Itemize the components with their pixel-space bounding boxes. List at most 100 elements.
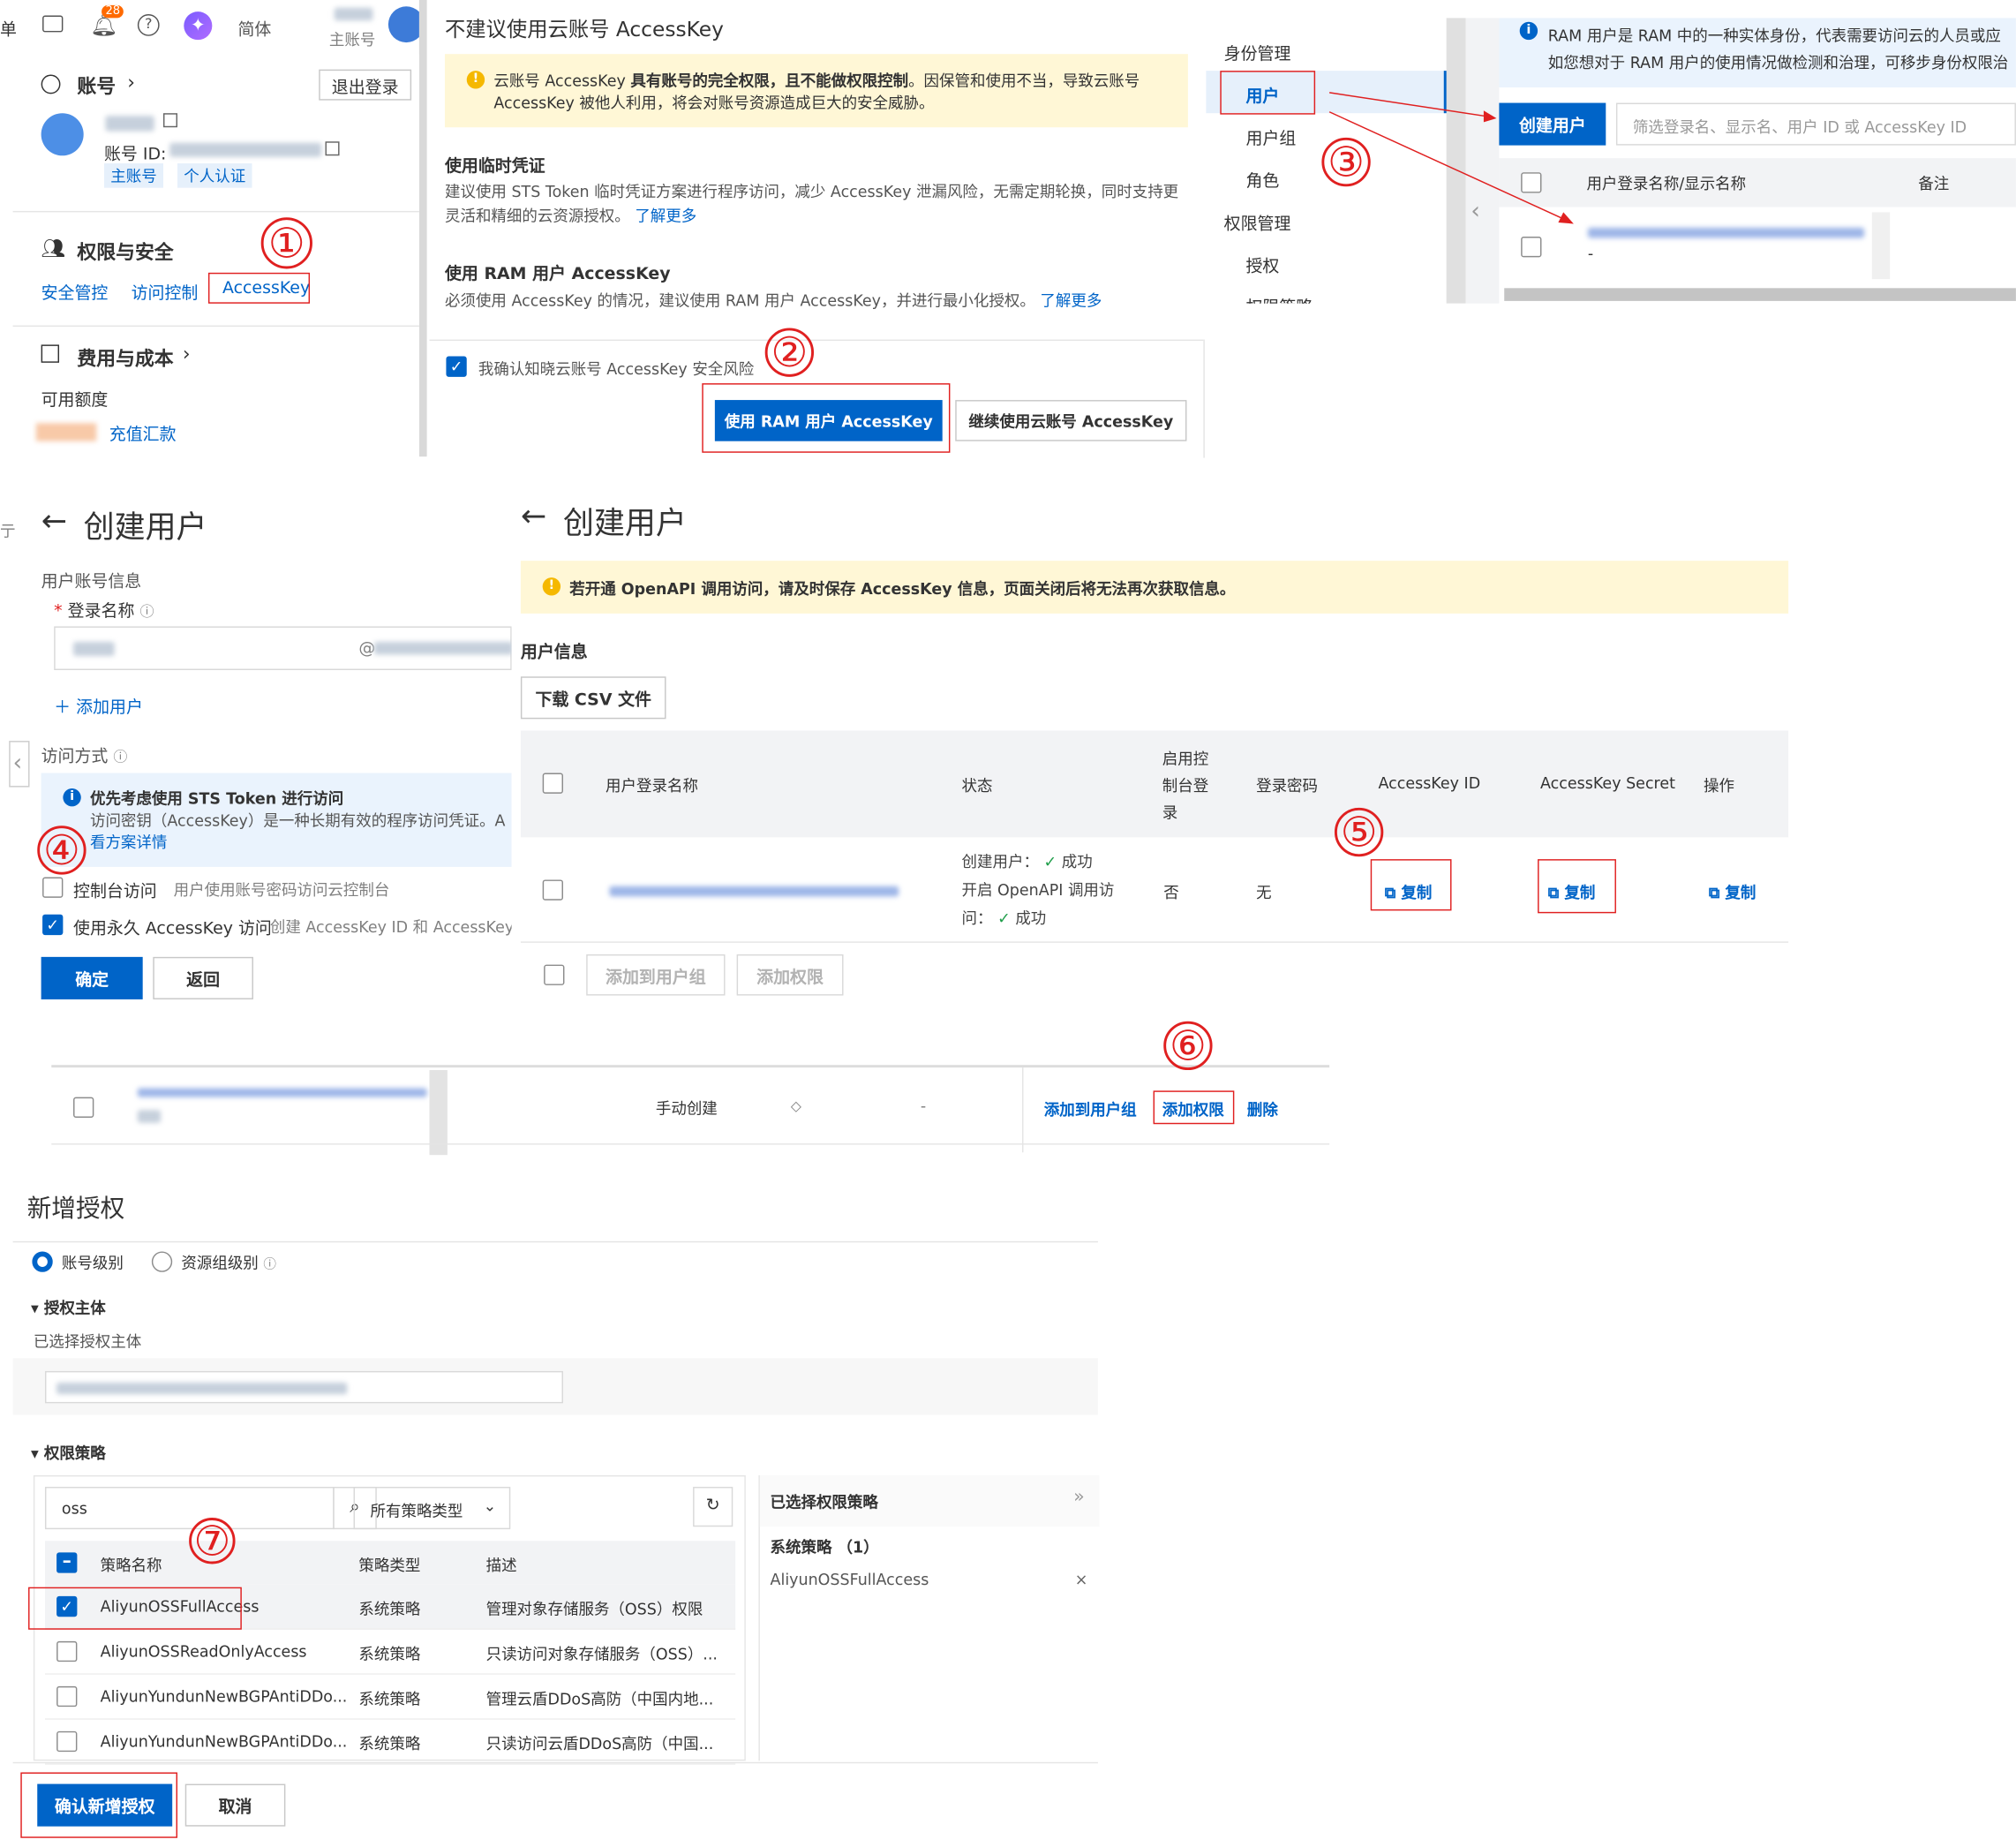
select-all-checkbox[interactable]: – [56, 1552, 78, 1573]
add-user-link[interactable]: ＋ 添加用户 [54, 693, 143, 718]
policy-section[interactable]: ▾ 权限策略 [31, 1442, 106, 1464]
login-name-input[interactable]: @ [54, 626, 512, 670]
back-arrow-icon[interactable]: ← [41, 503, 67, 539]
row-checkbox[interactable] [542, 879, 563, 901]
sts-tip-desc: 访问密钥（AccessKey）是一种长期有效的程序访问凭证。A [89, 811, 506, 830]
back-button[interactable]: 返回 [153, 956, 253, 999]
vertical-scrollbar[interactable] [1871, 212, 1891, 280]
confirm-risk-checkbox[interactable]: ✓ [446, 356, 467, 377]
logout-button[interactable]: 退出登录 [319, 69, 412, 101]
access-control-link[interactable]: 访问控制 [132, 279, 199, 304]
policy-name: AliyunYundunNewBGPAntiDDo... [100, 1732, 348, 1751]
add-permission-button[interactable]: 添加权限 [736, 954, 844, 996]
nav-item-groups[interactable]: 用户组 [1245, 124, 1296, 149]
nav-item-roles[interactable]: 角色 [1245, 167, 1279, 192]
grant-title: 新增授权 [26, 1195, 125, 1224]
policy-row[interactable]: AliyunYundunNewBGPAntiDDo... 系统策略 管理云盾DDoS… [44, 1675, 736, 1720]
console-access-checkbox[interactable] [42, 877, 64, 898]
remove-icon[interactable]: × [1075, 1571, 1088, 1588]
policy-checkbox[interactable] [56, 1685, 78, 1708]
password-value: 无 [1256, 883, 1272, 902]
blurred-user-link[interactable] [1587, 227, 1865, 238]
help-icon[interactable]: ? [137, 14, 160, 36]
sts-tip-link[interactable]: 看方案详情 [90, 831, 167, 853]
continue-cloud-accesskey-button[interactable]: 继续使用云账号 AccessKey [955, 400, 1187, 441]
highlight-oss-full-access [28, 1587, 242, 1630]
scope-account-radio[interactable] [32, 1251, 53, 1272]
policy-search-input[interactable]: oss [44, 1487, 335, 1530]
col-accesskey-id: AccessKey ID [1378, 773, 1481, 793]
add-to-group-link[interactable]: 添加到用户组 [1044, 1098, 1137, 1120]
blurred-credit-amount [35, 423, 97, 441]
ai-assistant-icon[interactable]: ✦ [184, 11, 213, 41]
add-to-group-button[interactable]: 添加到用户组 [586, 954, 726, 996]
permanent-ak-checkbox[interactable]: ✓ [42, 914, 64, 936]
policy-checkbox[interactable] [56, 1730, 78, 1753]
note-dash: - [920, 1097, 927, 1116]
learn-more-link[interactable]: 了解更多 [635, 207, 696, 225]
question-icon[interactable]: ⓘ [139, 603, 154, 620]
account-type-label: 主账号 [328, 30, 376, 49]
copy-all-link[interactable]: ⧉ 复制 [1709, 881, 1756, 903]
horizontal-scrollbar[interactable] [1504, 288, 2016, 301]
highlight-users-nav [1220, 71, 1316, 115]
nav-item-policies[interactable]: 权限策略 [1245, 293, 1313, 304]
question-icon[interactable]: ⓘ [113, 749, 127, 765]
check-icon: ✓ [997, 908, 1011, 928]
cancel-grant-button[interactable]: 取消 [184, 1783, 286, 1827]
selected-principal-label: 已选择授权主体 [33, 1332, 142, 1351]
question-icon[interactable]: ⓘ [263, 1258, 276, 1272]
col-policy-desc: 描述 [485, 1556, 517, 1575]
form-title: 创建用户 [83, 509, 207, 546]
double-chevron-icon[interactable]: » [1073, 1487, 1084, 1507]
copy-icon[interactable] [162, 113, 178, 128]
users-icon: 👥︎ [41, 237, 66, 260]
security-control-link[interactable]: 安全管控 [41, 279, 109, 304]
collapse-handle[interactable]: ‹ [9, 741, 30, 788]
policy-type: 系统策略 [358, 1735, 421, 1753]
chevron-right-icon[interactable]: › [127, 71, 135, 94]
policy-desc: 管理云盾DDoS高防（中国内地... [485, 1690, 714, 1708]
language-switch[interactable]: 简体 [237, 15, 271, 40]
scope-resource-group-radio[interactable] [151, 1251, 173, 1272]
terminal-icon[interactable] [42, 15, 64, 33]
back-arrow-icon[interactable]: ← [521, 498, 546, 534]
delete-link[interactable]: 删除 [1247, 1098, 1278, 1120]
blurred-user-link[interactable] [137, 1088, 427, 1097]
policy-row[interactable]: AliyunYundunNewBGPAntiDDo... 系统策略 只读访问云盾DD… [44, 1720, 736, 1765]
principal-section[interactable]: ▾ 授权主体 [31, 1296, 106, 1318]
divider [12, 1240, 1098, 1243]
select-all-checkbox[interactable] [542, 773, 563, 794]
dialog-title: 不建议使用云账号 AccessKey [444, 16, 724, 41]
col-password: 登录密码 [1256, 776, 1319, 795]
download-csv-button[interactable]: 下载 CSV 文件 [520, 676, 666, 720]
row-checkbox[interactable] [1521, 237, 1542, 258]
col-policy-type: 策略类型 [358, 1556, 421, 1575]
status-cell: 创建用户： ✓ 成功 开启 OpenAPI 调用访 问： ✓ 成功 [961, 852, 1115, 928]
highlight-add-permission [1153, 1090, 1235, 1125]
permanent-ak-label: 使用永久 AccessKey 访问 [73, 919, 272, 939]
nav-item-grants[interactable]: 授权 [1245, 253, 1279, 276]
create-user-form: 亍 ← 创建用户 用户账号信息 * 登录名称 ⓘ @ ＋ 添加用户 ‹ 访问方式… [0, 457, 512, 1024]
policy-checkbox[interactable] [56, 1640, 78, 1662]
tag-icon[interactable]: ⬦ [791, 1097, 801, 1117]
recharge-link[interactable]: 充值汇款 [109, 420, 177, 445]
ok-button[interactable]: 确定 [41, 956, 143, 999]
copy-id-icon[interactable] [325, 141, 340, 156]
account-title[interactable]: 账号 [77, 72, 116, 100]
console-login-value: 否 [1163, 883, 1179, 902]
row-checkbox[interactable] [73, 1097, 94, 1118]
principal-tag[interactable] [44, 1370, 563, 1404]
chevron-left-icon: ‹ [12, 750, 23, 777]
policy-row[interactable]: AliyunOSSReadOnlyAccess 系统策略 只读访问对象存储服务（OS… [44, 1630, 736, 1675]
chevron-right-icon[interactable]: › [183, 343, 191, 366]
refresh-icon[interactable]: ↻ [693, 1487, 733, 1527]
batch-checkbox[interactable] [544, 964, 565, 985]
policy-type-select[interactable]: 所有策略类型 ⌄ [353, 1487, 511, 1530]
tag-main-account: 主账号 [103, 163, 164, 188]
cost-section-title[interactable]: 费用与成本 [77, 344, 173, 372]
panel-scrollbar[interactable] [418, 0, 427, 457]
learn-more-link[interactable]: 了解更多 [1040, 292, 1102, 310]
user-search-input[interactable]: 筛选登录名、显示名、用户 ID 或 AccessKey ID [1615, 102, 2016, 146]
row-scrollbar[interactable] [429, 1070, 448, 1156]
